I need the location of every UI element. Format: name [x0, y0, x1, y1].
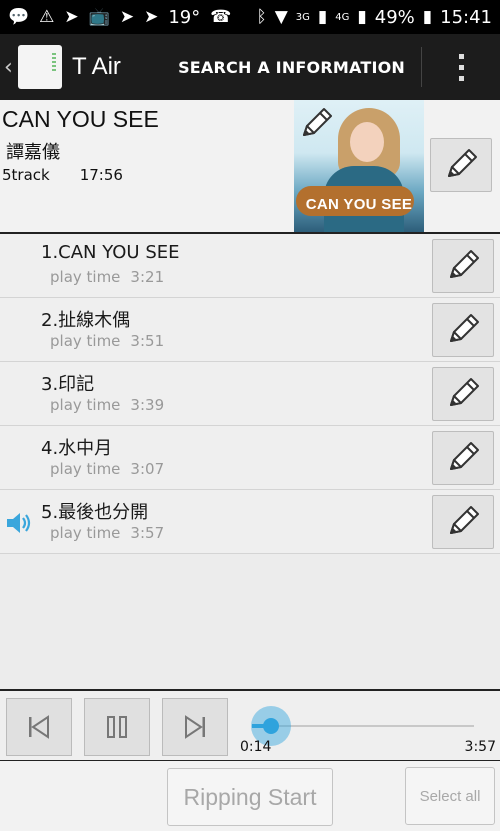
- pencil-icon: [443, 310, 483, 350]
- action-bar: ‹ T Air SEARCH A INFORMATION: [0, 34, 500, 100]
- bluetooth-icon: ᛒ: [256, 6, 267, 27]
- more-vert-icon: [458, 51, 464, 84]
- track-row[interactable]: 4.水中月 play time 3:07: [0, 426, 500, 490]
- album-total-time: 17:56: [79, 166, 123, 184]
- player-bar: 0:14 3:57: [0, 689, 500, 761]
- pencil-icon: [443, 374, 483, 414]
- edit-track-button[interactable]: [432, 431, 494, 485]
- track-duration: 3:07: [130, 460, 165, 478]
- chat-icon: 💬: [8, 6, 30, 27]
- album-title: CAN YOU SEE: [2, 106, 159, 132]
- track-name: 1.CAN YOU SEE: [41, 242, 180, 263]
- edit-album-button[interactable]: [430, 138, 492, 192]
- clock: 15:41: [440, 6, 492, 28]
- track-row[interactable]: 1.CAN YOU SEE play time 3:21: [0, 234, 500, 298]
- track-name: 5.最後也分開: [41, 502, 149, 523]
- search-information-button[interactable]: SEARCH A INFORMATION: [178, 47, 422, 87]
- back-chevron-icon[interactable]: ‹: [4, 55, 14, 80]
- battery-icon: ▮: [422, 6, 433, 27]
- edit-track-button[interactable]: [432, 367, 494, 421]
- overflow-menu-button[interactable]: [422, 51, 500, 84]
- album-header: CAN YOU SEE 譚嘉儀 5track 17:56 CAN YOU SEE: [0, 100, 500, 234]
- track-name: 2.扯線木偶: [41, 310, 131, 331]
- pencil-icon[interactable]: [296, 104, 336, 144]
- network-4g: 4G: [335, 11, 350, 23]
- play-time-label: play time: [50, 460, 121, 478]
- skip-next-icon: [185, 715, 205, 739]
- signal-icon: ▮: [317, 6, 328, 27]
- footer: Ripping Start Select all: [0, 761, 500, 831]
- ripping-start-button[interactable]: Ripping Start: [167, 768, 333, 826]
- edit-track-button[interactable]: [432, 239, 494, 293]
- send-icon: ➤: [144, 6, 159, 27]
- edit-track-button[interactable]: [432, 303, 494, 357]
- track-name: 4.水中月: [41, 438, 113, 459]
- track-list: 1.CAN YOU SEE play time 3:21 2.扯線木偶 play …: [0, 234, 500, 554]
- edit-track-button[interactable]: [432, 495, 494, 549]
- app-title: T Air: [72, 53, 121, 80]
- album-cover[interactable]: CAN YOU SEE: [294, 100, 424, 232]
- track-row[interactable]: 5.最後也分開 play time 3:57: [0, 490, 500, 554]
- next-button[interactable]: [162, 698, 228, 756]
- total-time: 3:57: [464, 739, 496, 755]
- play-time-label: play time: [50, 268, 121, 286]
- warning-icon: ⚠: [39, 6, 55, 27]
- signal-icon: ▮: [357, 6, 367, 27]
- pencil-icon: [441, 145, 481, 185]
- play-time-label: play time: [50, 524, 121, 542]
- wifi-icon: ▼: [274, 6, 288, 27]
- track-name: 3.印記: [41, 374, 95, 395]
- track-count: 5track: [2, 166, 50, 184]
- previous-button[interactable]: [6, 698, 72, 756]
- cover-title: CAN YOU SEE: [305, 196, 413, 213]
- tv-icon: 📺: [88, 6, 110, 27]
- select-all-button[interactable]: Select all: [405, 767, 495, 825]
- speaker-playing-icon: [7, 513, 31, 533]
- track-row[interactable]: 2.扯線木偶 play time 3:51: [0, 298, 500, 362]
- pause-button[interactable]: [84, 698, 150, 756]
- seek-thumb[interactable]: [263, 718, 279, 734]
- pencil-icon: [443, 246, 483, 286]
- pencil-icon: [443, 438, 483, 478]
- play-time-label: play time: [50, 332, 121, 350]
- phone-icon: ☎: [210, 6, 232, 27]
- track-duration: 3:51: [130, 332, 165, 350]
- send-icon: ➤: [119, 6, 135, 27]
- track-duration: 3:21: [130, 268, 165, 286]
- temperature: 19°: [168, 6, 201, 28]
- battery-percent: 49%: [374, 6, 415, 28]
- network-3g: 3G: [295, 11, 310, 23]
- track-row[interactable]: 3.印記 play time 3:39: [0, 362, 500, 426]
- send-icon: ➤: [64, 6, 79, 27]
- pause-icon: [107, 716, 127, 738]
- play-time-label: play time: [50, 396, 121, 414]
- app-logo[interactable]: [18, 45, 62, 89]
- album-artist: 譚嘉儀: [6, 142, 60, 163]
- track-duration: 3:39: [130, 396, 165, 414]
- skip-previous-icon: [29, 715, 49, 739]
- album-meta: 5track 17:56: [2, 166, 123, 184]
- seek-bar[interactable]: [270, 725, 474, 727]
- current-time: 0:14: [240, 739, 272, 755]
- track-duration: 3:57: [130, 524, 165, 542]
- pencil-icon: [443, 502, 483, 542]
- status-bar: 💬 ⚠ ➤ 📺 ➤ ➤ 19° ☎ ᛒ ▼ 3G ▮ 4G ▮ 49% ▮ 15…: [0, 0, 500, 34]
